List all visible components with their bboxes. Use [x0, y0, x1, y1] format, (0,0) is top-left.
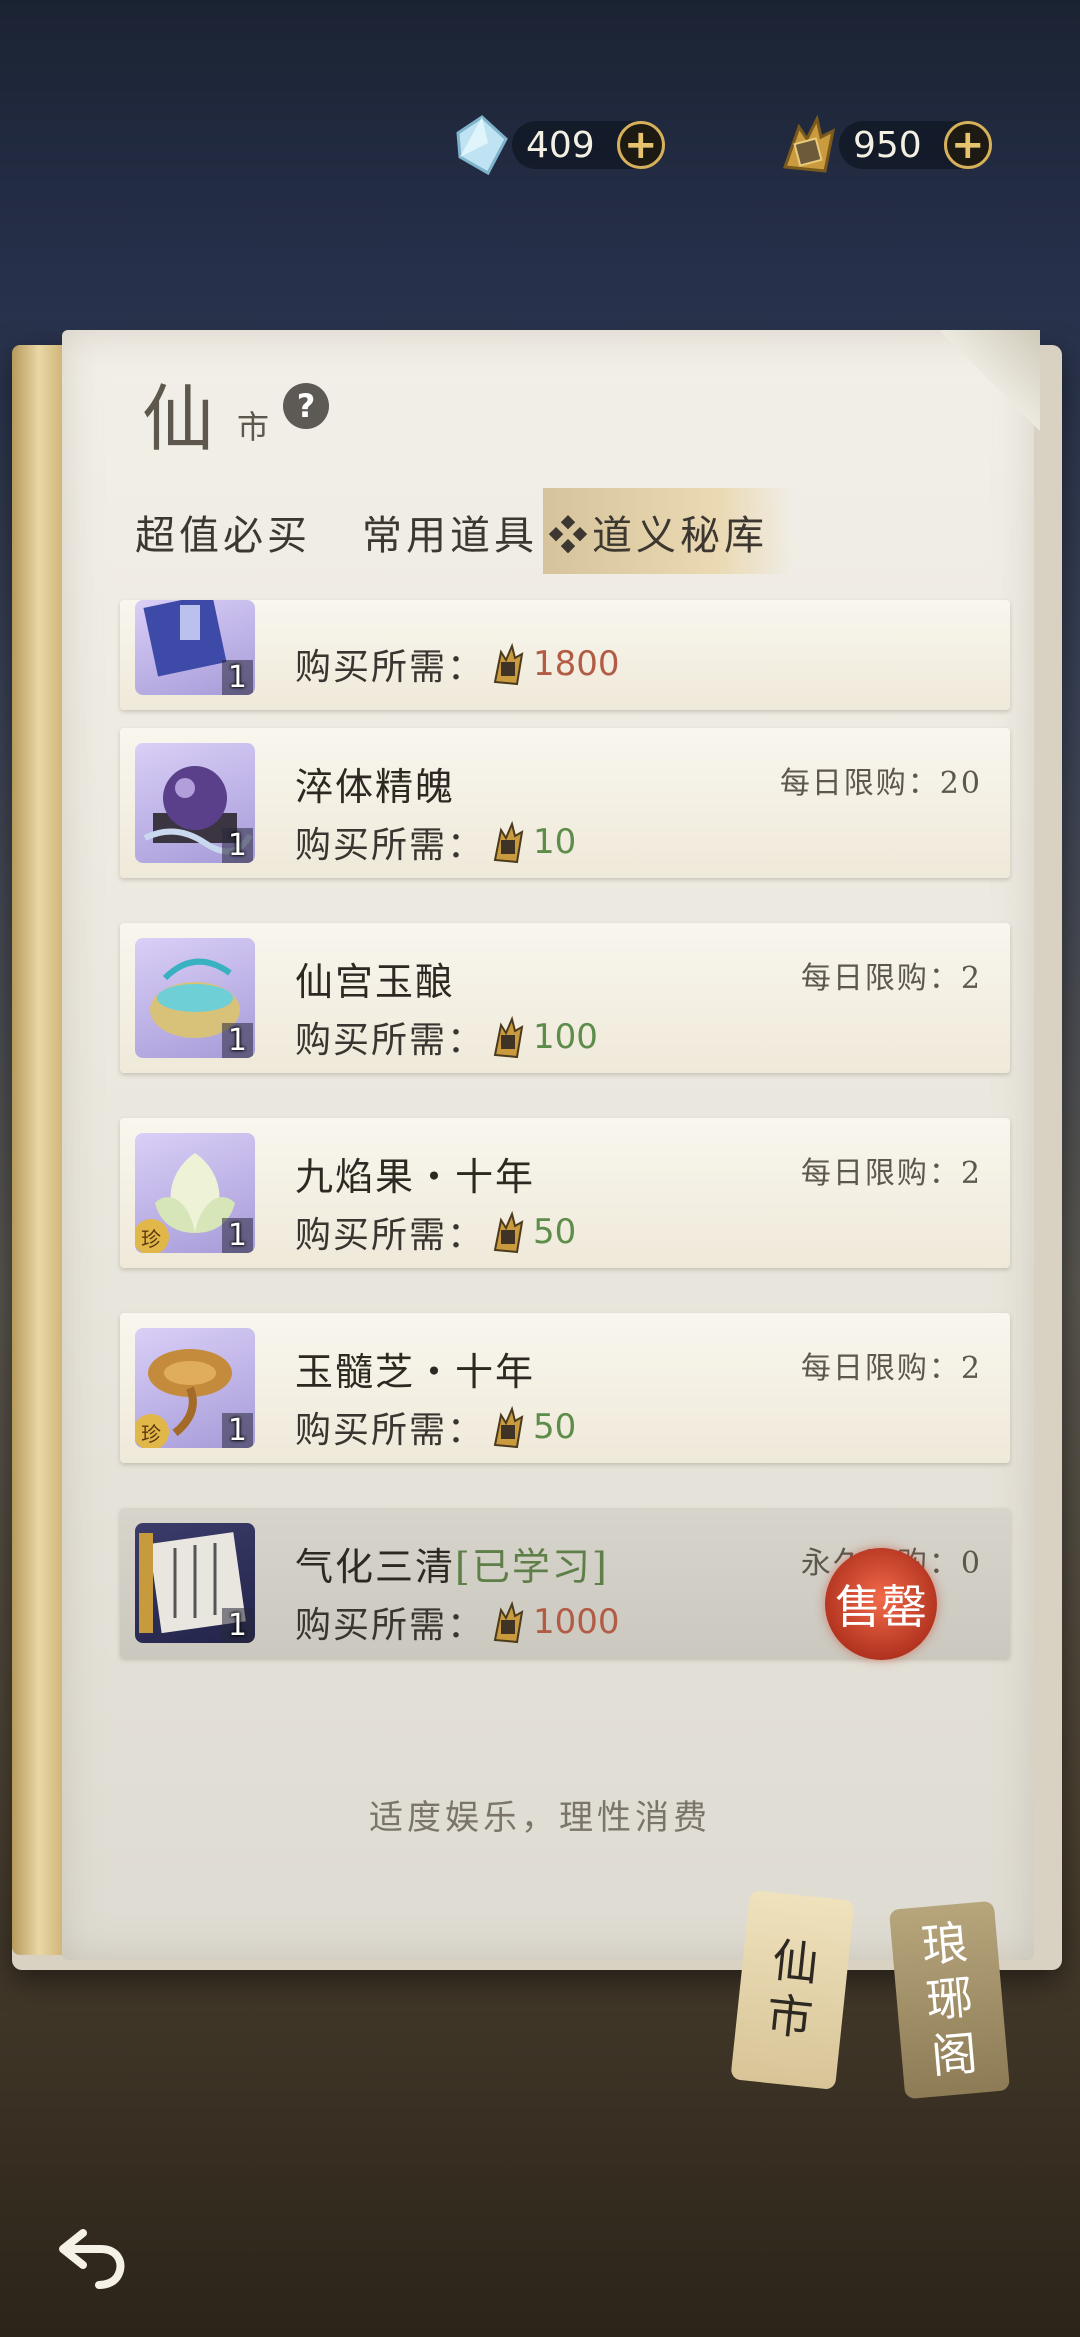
price-value: 1800 [533, 644, 620, 684]
item-quantity: 1 [221, 1023, 253, 1058]
moderation-notice: 适度娱乐，理性消费 [369, 1798, 711, 1838]
list-item[interactable]: 1 购买所需： 1800 [120, 600, 1010, 710]
item-quantity: 1 [221, 1218, 253, 1253]
dao-token-icon [493, 1600, 524, 1644]
jade-crystal-icon [456, 115, 508, 176]
price-value: 100 [533, 1017, 598, 1057]
page-curl [940, 330, 1040, 430]
item-name: 玉髓芝・十年 [295, 1350, 536, 1394]
item-price: 购买所需： 1000 [295, 1596, 620, 1648]
page-title-sub: 市 [237, 408, 270, 446]
dao-token-icon [493, 820, 524, 864]
token-currency: 950 + [777, 114, 992, 173]
item-quantity: 1 [221, 828, 253, 863]
sold-out-stamp: 售罄 [825, 1548, 937, 1660]
item-price: 购买所需： 1800 [295, 638, 620, 690]
dao-token-icon [782, 114, 836, 173]
price-value: 50 [533, 1407, 577, 1447]
item-name-text: 气化三清 [295, 1545, 456, 1589]
purchase-limit: 每日限购：2 [800, 961, 982, 996]
back-arrow-icon[interactable] [55, 2215, 135, 2295]
price-label: 购买所需： [295, 1410, 486, 1451]
rare-badge: 珍 [135, 1219, 169, 1253]
item-thumbnail: 1 [135, 600, 255, 695]
list-item[interactable]: 1 仙宫玉酿 每日限购：2 购买所需： 100 [120, 923, 1010, 1073]
item-quantity: 1 [221, 660, 253, 695]
price-label: 购买所需： [295, 825, 486, 866]
tab-common-items[interactable]: 常用道具 [362, 503, 538, 561]
bookmark-label: 琅 [919, 1915, 970, 1974]
bookmark-label: 仙 [769, 1932, 822, 1992]
price-value: 10 [533, 822, 577, 862]
bookmark-label: 琊 [924, 1970, 975, 2029]
item-name: 淬体精魄 [295, 765, 456, 809]
price-label: 购买所需： [295, 647, 486, 688]
purchase-limit: 每日限购：2 [800, 1156, 982, 1191]
price-label: 购买所需： [295, 1605, 486, 1646]
help-button[interactable]: ? [283, 383, 329, 429]
item-price: 购买所需： 50 [295, 1401, 576, 1453]
item-thumbnail: 1 [135, 938, 255, 1058]
dao-token-icon [493, 642, 524, 686]
dao-token-icon [493, 1210, 524, 1254]
add-token-button[interactable]: + [943, 121, 992, 169]
dao-token-icon [493, 1015, 524, 1059]
bookmark-label: 阁 [928, 2025, 980, 2084]
list-item[interactable]: 珍 1 九焰果・十年 每日限购：2 购买所需： 50 [120, 1118, 1010, 1268]
bookmark-label: 市 [763, 1987, 816, 2047]
list-item[interactable]: 珍 1 玉髓芝・十年 每日限购：2 购买所需： 50 [120, 1313, 1010, 1463]
tab-secret-vault[interactable]: ❖道义秘库 [548, 503, 768, 561]
purchase-limit: 每日限购：2 [800, 1351, 982, 1386]
item-price: 购买所需： 10 [295, 816, 576, 868]
bookmark-langyage[interactable]: 琅 琊 阁 [888, 1900, 1011, 2100]
price-label: 购买所需： [295, 1020, 486, 1061]
item-price: 购买所需： 100 [295, 1011, 598, 1063]
item-thumbnail: 1 [135, 1523, 255, 1643]
item-quantity: 1 [221, 1413, 253, 1448]
item-price: 购买所需： 50 [295, 1206, 576, 1258]
jade-amount: 409 [526, 124, 595, 166]
tab-value-deals[interactable]: 超值必买 [135, 503, 311, 561]
price-value: 50 [533, 1212, 577, 1252]
learned-tag: [已学习] [455, 1545, 609, 1589]
item-thumbnail: 珍 1 [135, 1328, 255, 1448]
price-value: 1000 [533, 1602, 620, 1642]
token-amount: 950 [853, 124, 922, 166]
item-name: 气化三清[已学习] [295, 1536, 609, 1591]
list-item[interactable]: 1 淬体精魄 每日限购：20 购买所需： 10 [120, 728, 1010, 878]
item-quantity: 1 [221, 1608, 253, 1643]
page-title: 仙 [142, 377, 215, 461]
purchase-limit: 每日限购：20 [779, 766, 982, 801]
jade-currency: 409 + [452, 115, 665, 176]
list-item[interactable]: 1 气化三清[已学习] 永久限购：0 购买所需： 1000 售罄 [120, 1508, 1010, 1660]
item-thumbnail: 珍 1 [135, 1133, 255, 1253]
rare-badge: 珍 [135, 1414, 169, 1448]
price-label: 购买所需： [295, 1215, 486, 1256]
bookmark-xianshi[interactable]: 仙 市 [730, 1890, 855, 2090]
item-thumbnail: 1 [135, 743, 255, 863]
item-name: 仙宫玉酿 [295, 960, 456, 1004]
item-name: 九焰果・十年 [295, 1155, 536, 1199]
dao-token-icon [493, 1405, 524, 1449]
add-jade-button[interactable]: + [616, 121, 665, 169]
